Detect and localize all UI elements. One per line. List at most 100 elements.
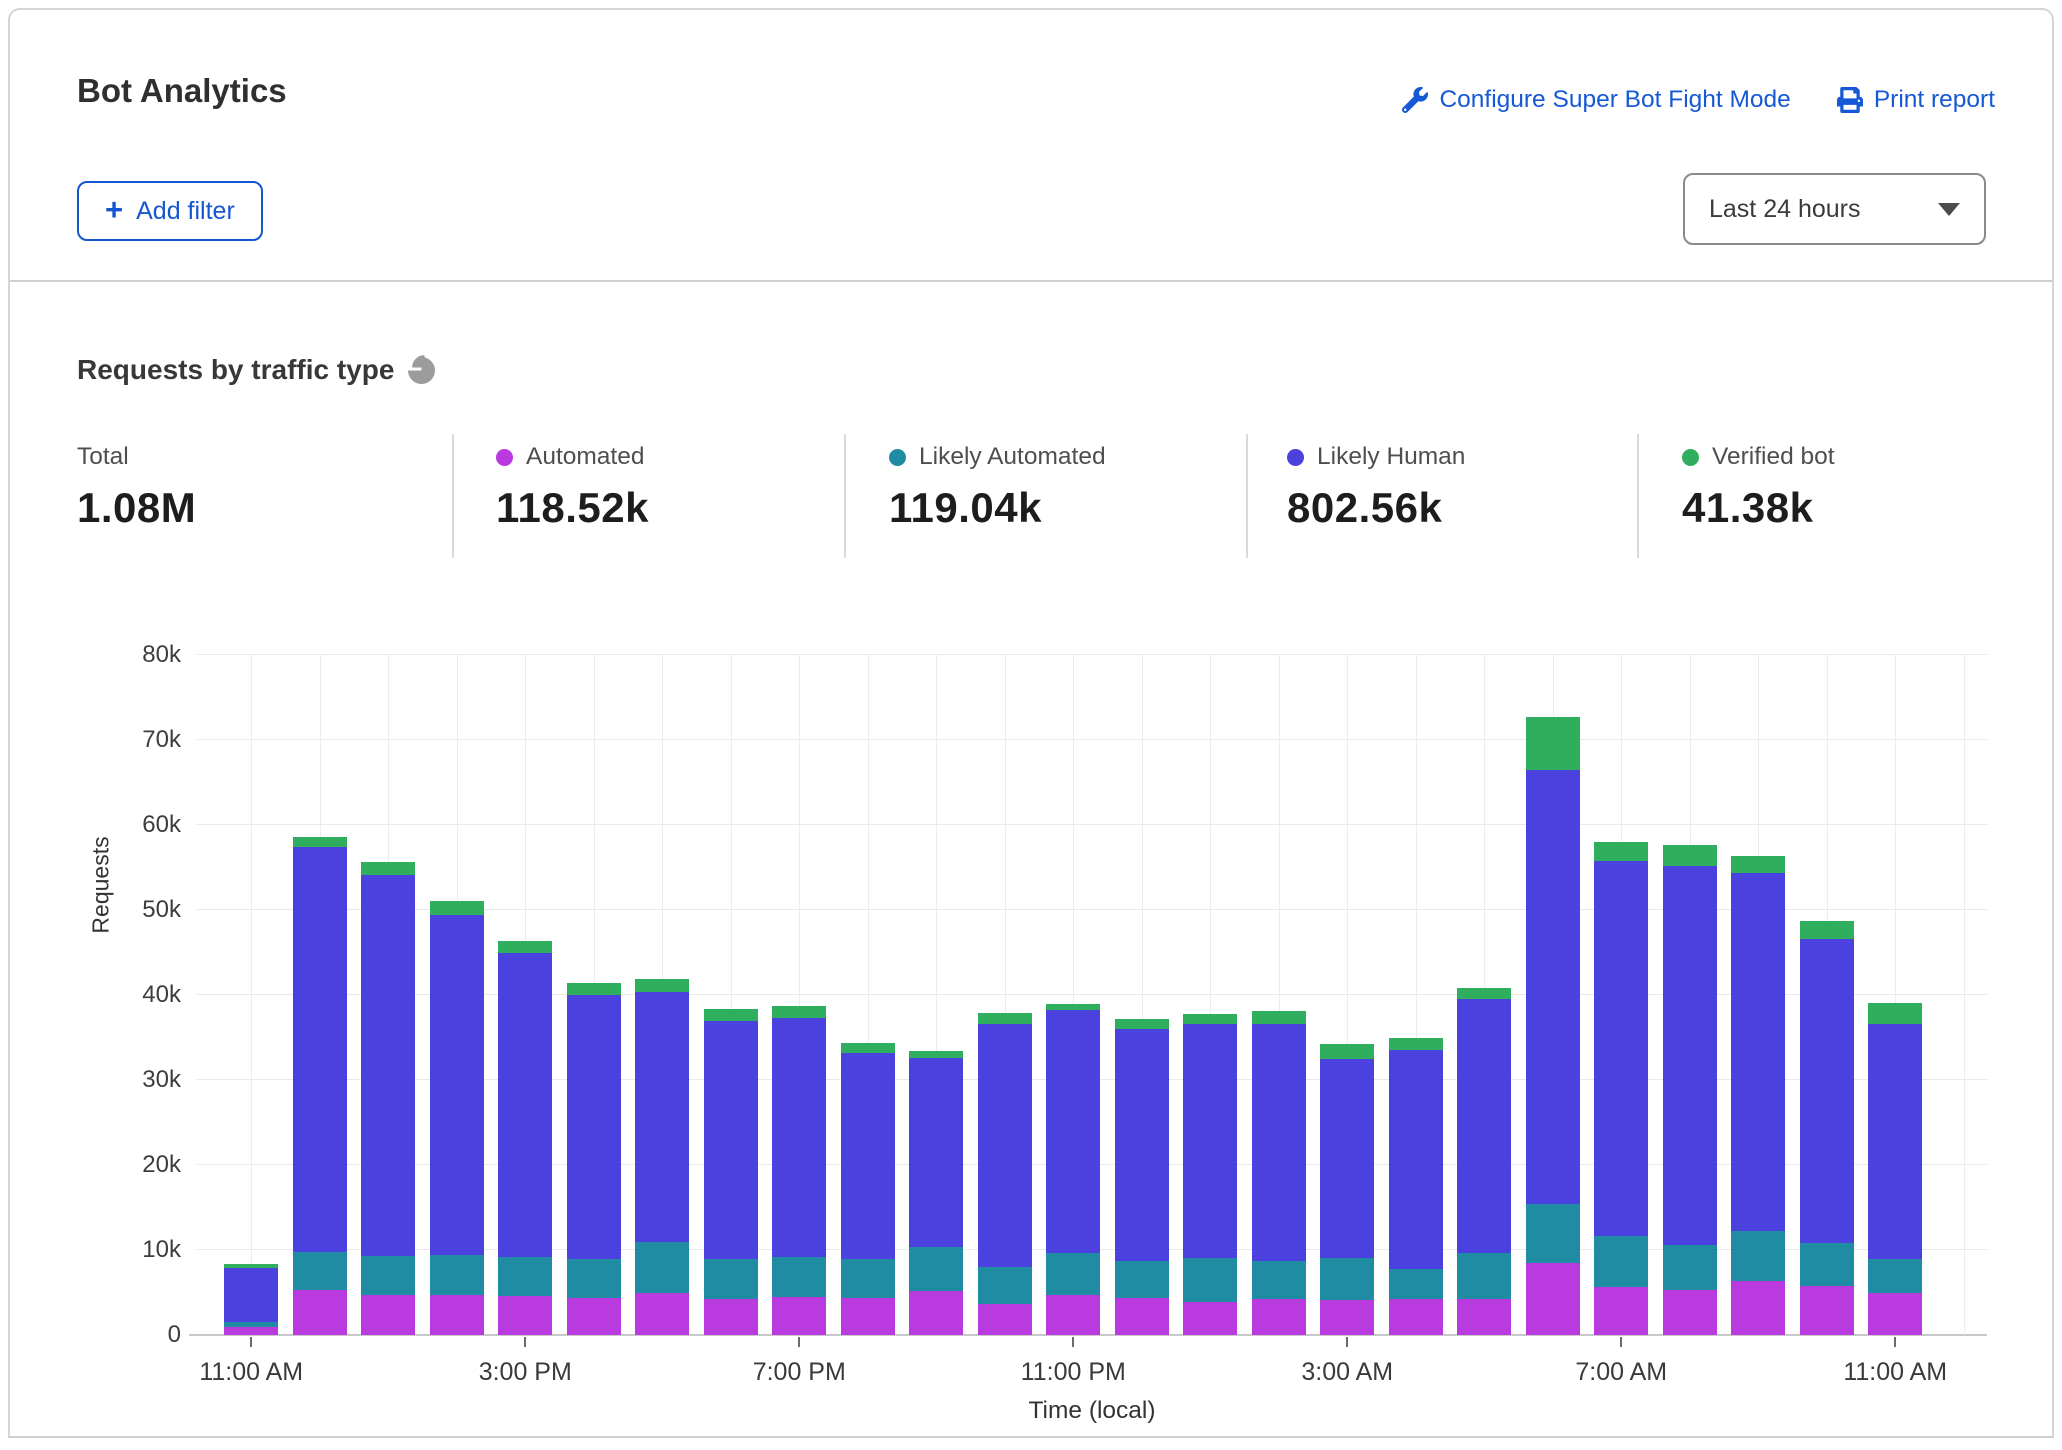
- bar-segment-verified-bot: [1663, 845, 1717, 865]
- bar-segment-likely-automated: [1115, 1261, 1169, 1298]
- bar-segment-likely-human: [361, 875, 415, 1256]
- bar-11-00-am[interactable]: [1868, 1003, 1922, 1335]
- configure-super-bot-fight-mode-link[interactable]: Configure Super Bot Fight Mode: [1402, 86, 1790, 114]
- bar-segment-likely-automated: [1663, 1245, 1717, 1290]
- bar-segment-verified-bot: [430, 901, 484, 915]
- bar-segment-automated: [224, 1327, 278, 1335]
- page-title: Bot Analytics: [77, 72, 287, 110]
- bar-7-00-pm[interactable]: [772, 1006, 826, 1335]
- bar-9-00-pm[interactable]: [909, 1051, 963, 1335]
- bar-segment-likely-human: [1868, 1024, 1922, 1259]
- bar-segment-verified-bot: [1868, 1003, 1922, 1024]
- bar-segment-verified-bot: [978, 1013, 1032, 1024]
- y-tick-label: 70k: [91, 726, 181, 754]
- bar-segment-likely-human: [1663, 866, 1717, 1245]
- bar-segment-automated: [1663, 1290, 1717, 1335]
- bar-segment-verified-bot: [1115, 1019, 1169, 1029]
- bar-segment-verified-bot: [293, 837, 347, 847]
- bot-analytics-card: Bot Analytics Configure Super Bot Fight …: [8, 8, 2054, 1438]
- bar-segment-likely-human: [1320, 1059, 1374, 1258]
- bar-2-00-pm[interactable]: [430, 901, 484, 1335]
- bar-segment-likely-human: [1457, 999, 1511, 1253]
- bar-5-00-pm[interactable]: [635, 979, 689, 1335]
- bar-7-00-am[interactable]: [1594, 842, 1648, 1335]
- bar-segment-likely-automated: [1320, 1258, 1374, 1301]
- bar-segment-verified-bot: [704, 1009, 758, 1021]
- stat-value: 118.52k: [496, 484, 844, 532]
- bar-segment-automated: [1115, 1298, 1169, 1335]
- bar-4-00-pm[interactable]: [567, 983, 621, 1335]
- bar-8-00-am[interactable]: [1663, 845, 1717, 1335]
- stat-value: 802.56k: [1287, 484, 1637, 532]
- bar-1-00-pm[interactable]: [361, 862, 415, 1335]
- bar-10-00-am[interactable]: [1800, 921, 1854, 1335]
- bar-segment-automated: [1389, 1299, 1443, 1335]
- bar-segment-likely-automated: [1868, 1259, 1922, 1293]
- bar-8-00-pm[interactable]: [841, 1043, 895, 1335]
- bar-segment-likely-automated: [978, 1267, 1032, 1304]
- bar-10-00-pm[interactable]: [978, 1013, 1032, 1335]
- x-tick-label: 3:00 AM: [1301, 1358, 1393, 1387]
- bar-segment-verified-bot: [1389, 1038, 1443, 1051]
- bar-slot: [1861, 655, 1930, 1335]
- bar-segment-automated: [909, 1291, 963, 1335]
- bar-segment-likely-human: [1526, 770, 1580, 1204]
- y-tick-label: 20k: [91, 1151, 181, 1179]
- bar-11-00-pm[interactable]: [1046, 1004, 1100, 1335]
- bar-2-00-am[interactable]: [1252, 1011, 1306, 1335]
- time-range-select[interactable]: Last 24 hours: [1683, 173, 1986, 245]
- card-bottom-divider: [8, 1436, 2054, 1438]
- stats-row: Total 1.08M Automated 118.52k Likely Aut…: [77, 434, 2012, 558]
- section-heading-label: Requests by traffic type: [77, 354, 394, 386]
- configure-link-label: Configure Super Bot Fight Mode: [1439, 86, 1790, 114]
- verified-bot-dot: [1682, 449, 1699, 466]
- bar-6-00-pm[interactable]: [704, 1009, 758, 1335]
- bar-9-00-am[interactable]: [1731, 856, 1785, 1335]
- stat-label: Total: [77, 443, 129, 471]
- bar-segment-likely-automated: [1183, 1258, 1237, 1302]
- stat-value: 1.08M: [77, 484, 452, 532]
- bar-segment-automated: [635, 1293, 689, 1335]
- bar-slot: [560, 655, 629, 1335]
- bar-3-00-am[interactable]: [1320, 1044, 1374, 1335]
- bar-segment-automated: [841, 1298, 895, 1335]
- x-tick-mark: [250, 1337, 252, 1347]
- section-heading: Requests by traffic type: [77, 354, 435, 386]
- bar-slot: [1382, 655, 1451, 1335]
- bar-11-00-am[interactable]: [224, 1264, 278, 1335]
- bar-segment-likely-automated: [909, 1247, 963, 1290]
- bar-segment-verified-bot: [1320, 1044, 1374, 1058]
- bar-segment-verified-bot: [1457, 988, 1511, 999]
- add-filter-button[interactable]: + Add filter: [77, 181, 263, 241]
- bar-slot: [765, 655, 834, 1335]
- x-tick-label: 11:00 PM: [1021, 1358, 1126, 1387]
- bar-segment-likely-human: [1183, 1024, 1237, 1258]
- bar-12-00-pm[interactable]: [293, 837, 347, 1335]
- bar-segment-likely-human: [567, 995, 621, 1259]
- y-tick-label: 0: [91, 1321, 181, 1349]
- chevron-down-icon: [1938, 203, 1960, 216]
- bar-segment-automated: [978, 1304, 1032, 1335]
- bar-5-00-am[interactable]: [1457, 988, 1511, 1335]
- x-tick-label: 11:00 AM: [1843, 1358, 1947, 1387]
- bar-6-00-am[interactable]: [1526, 717, 1580, 1335]
- bar-segment-likely-human: [498, 953, 552, 1256]
- bar-3-00-pm[interactable]: [498, 941, 552, 1335]
- stat-label: Automated: [526, 443, 645, 471]
- bar-segment-verified-bot: [635, 979, 689, 993]
- bar-4-00-am[interactable]: [1389, 1038, 1443, 1335]
- bar-12-00-am[interactable]: [1115, 1019, 1169, 1335]
- print-report-link[interactable]: Print report: [1837, 86, 1995, 114]
- bar-segment-likely-automated: [567, 1259, 621, 1297]
- bar-segment-likely-human: [772, 1018, 826, 1257]
- bar-segment-likely-automated: [498, 1257, 552, 1296]
- pie-chart-icon: [408, 357, 435, 384]
- bar-segment-likely-human: [1046, 1010, 1100, 1252]
- bar-segment-verified-bot: [1046, 1004, 1100, 1011]
- bar-segment-verified-bot: [1183, 1014, 1237, 1024]
- bar-segment-verified-bot: [909, 1051, 963, 1058]
- x-tick-mark: [1894, 1337, 1896, 1347]
- bar-slot: [1313, 655, 1382, 1335]
- bar-slot: [697, 655, 766, 1335]
- bar-1-00-am[interactable]: [1183, 1014, 1237, 1335]
